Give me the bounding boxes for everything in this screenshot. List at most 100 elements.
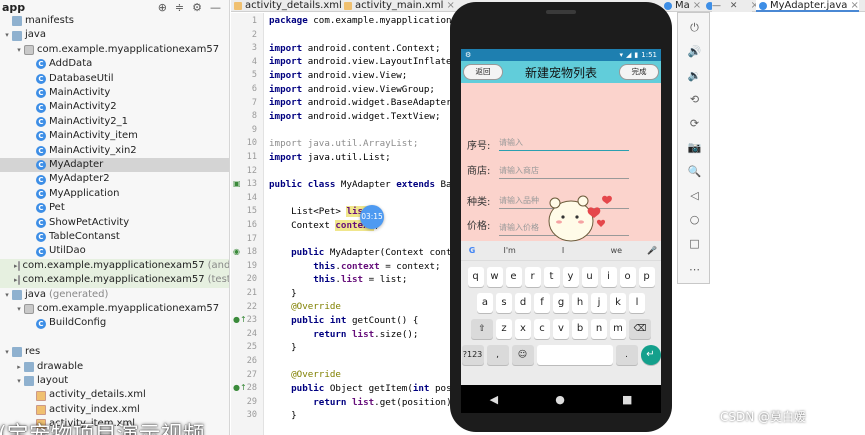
comma-key[interactable]: , [486,345,509,365]
collapse-icon[interactable]: ≑ [175,1,184,14]
rotate-right-icon[interactable]: ⟳ [678,117,711,130]
hide-panel-icon[interactable]: — [210,1,221,14]
key-e[interactable]: e [505,267,522,287]
close-tab-icon[interactable]: × [850,0,858,11]
suggestion-1[interactable]: I'm [483,246,536,255]
tree-item[interactable]: ▸ com.example.myapplicationexam57(android… [0,258,229,274]
key-s[interactable]: s [496,293,512,313]
key-u[interactable]: u [581,267,598,287]
key-q[interactable]: q [467,267,484,287]
key-k[interactable]: k [610,293,626,313]
key-d[interactable]: d [515,293,531,313]
key-t[interactable]: t [543,267,560,287]
settings-gear-icon[interactable]: ⚙ [192,1,202,14]
key-x[interactable]: x [515,319,531,339]
done-button[interactable]: 完成 [619,64,659,80]
zoom-icon[interactable]: 🔍 [678,165,711,178]
tree-item[interactable]: activity_index.xml [0,403,229,417]
key-p[interactable]: p [638,267,655,287]
key-f[interactable]: f [534,293,550,313]
volume-up-icon[interactable]: 🔊 [678,45,711,58]
microphone-icon[interactable]: 🎤 [643,246,661,255]
expand-arrow-icon[interactable]: ▾ [2,288,12,302]
key-a[interactable]: a [477,293,493,313]
tree-item[interactable]: C TableContanst [0,230,229,244]
key-w[interactable]: w [486,267,503,287]
editor-tab[interactable]: activity_details.xml× [231,0,353,12]
shop-input[interactable]: 请输入商店 [499,165,629,179]
key-h[interactable]: h [572,293,588,313]
emoji-key-icon[interactable]: ☺ [511,345,534,365]
camera-icon[interactable]: 📷 [678,141,711,154]
expand-arrow-icon[interactable]: ▾ [14,43,24,57]
tree-item[interactable]: manifests [0,14,229,28]
more-icon[interactable]: ⋯ [678,263,711,276]
google-g-icon[interactable]: G [461,246,483,255]
key-j[interactable]: j [591,293,607,313]
key-z[interactable]: z [496,319,512,339]
home-nav-icon[interactable]: ● [555,393,565,406]
period-key[interactable]: . [615,345,638,365]
enter-key-icon[interactable]: ↵ [640,345,661,365]
key-l[interactable]: l [629,293,645,313]
minimize-icon[interactable]: — [712,1,721,11]
tree-item[interactable]: C MainActivity2 [0,100,229,114]
tree-item[interactable]: ▾ res [0,345,229,359]
tree-item[interactable]: C AddData [0,57,229,71]
gutter-marker-icon[interactable]: ●↑ [233,315,247,324]
tree-item[interactable]: ▸ drawable [0,360,229,374]
tree-item[interactable]: activity_details.xml [0,388,229,402]
back-button[interactable]: 返回 [463,64,503,80]
key-o[interactable]: o [619,267,636,287]
editor-tab[interactable]: activity_main.xml × [341,0,455,12]
home-icon[interactable]: ○ [678,213,711,226]
gutter-marker-icon[interactable]: ◉ [233,247,240,256]
key-r[interactable]: r [524,267,541,287]
key-c[interactable]: c [534,319,550,339]
tree-item[interactable]: C BuildConfig [0,316,229,330]
tree-item[interactable]: C UtilDao [0,244,229,258]
tree-item[interactable]: C DatabaseUtil [0,72,229,86]
key-y[interactable]: y [562,267,579,287]
power-icon[interactable]: ⏻ [678,21,711,35]
recents-nav-icon[interactable]: ■ [622,393,632,406]
locate-icon[interactable]: ⊕ [158,1,167,14]
close-window-icon[interactable]: ✕ [730,1,738,11]
key-g[interactable]: g [553,293,569,313]
expand-arrow-icon[interactable]: ▸ [14,259,18,273]
rotate-left-icon[interactable]: ⟲ [678,93,711,106]
number-input[interactable]: 请输入 [499,137,629,151]
editor-tab[interactable]: MyAdapter.java × [756,0,859,12]
gutter-marker-icon[interactable]: ▣ [233,179,241,188]
symbols-key[interactable]: ?123 [461,345,484,365]
phone-screen[interactable]: ⚙ ▾ ◢ ▮ 1:51 新建宠物列表 返回 完成 序号: 请输入 商店: 请输… [461,49,661,385]
tree-item[interactable]: ▸ com.example.myapplicationexam57(test) [0,273,229,288]
backspace-key-icon[interactable]: ⌫ [629,319,651,339]
volume-down-icon[interactable]: 🔉 [678,69,711,82]
tree-item[interactable]: C MyAdapter [0,158,229,173]
tree-item[interactable]: C MainActivity_item [0,129,229,143]
back-nav-icon[interactable]: ◀ [490,393,498,406]
suggestion-2[interactable]: I [536,246,589,255]
tree-item[interactable]: C MainActivity [0,86,229,100]
shift-key-icon[interactable]: ⇧ [471,319,493,339]
key-v[interactable]: v [553,319,569,339]
expand-arrow-icon[interactable]: ▾ [2,28,12,42]
expand-arrow-icon[interactable]: ▸ [14,273,18,287]
suggestion-3[interactable]: we [590,246,643,255]
tree-item[interactable]: ▾ java [0,28,229,42]
editor-tab[interactable]: Ma × [661,0,701,12]
tree-item[interactable]: C MyAdapter2 [0,172,229,186]
key-m[interactable]: m [610,319,626,339]
tree-item[interactable]: C MyApplication [0,187,229,201]
tree-item[interactable]: ▾ java (generated) [0,288,229,302]
gutter-marker-icon[interactable]: ●↑ [233,383,247,392]
tree-item[interactable]: C MainActivity_xin2 [0,144,229,158]
expand-arrow-icon[interactable]: ▾ [14,302,24,316]
tree-item[interactable]: ▾ com.example.myapplicationexam57 [0,302,229,316]
close-tab-icon[interactable]: × [693,0,701,11]
back-icon[interactable]: ◁ [678,189,711,202]
key-b[interactable]: b [572,319,588,339]
expand-arrow-icon[interactable]: ▾ [14,374,24,388]
expand-arrow-icon[interactable]: ▸ [14,360,24,374]
